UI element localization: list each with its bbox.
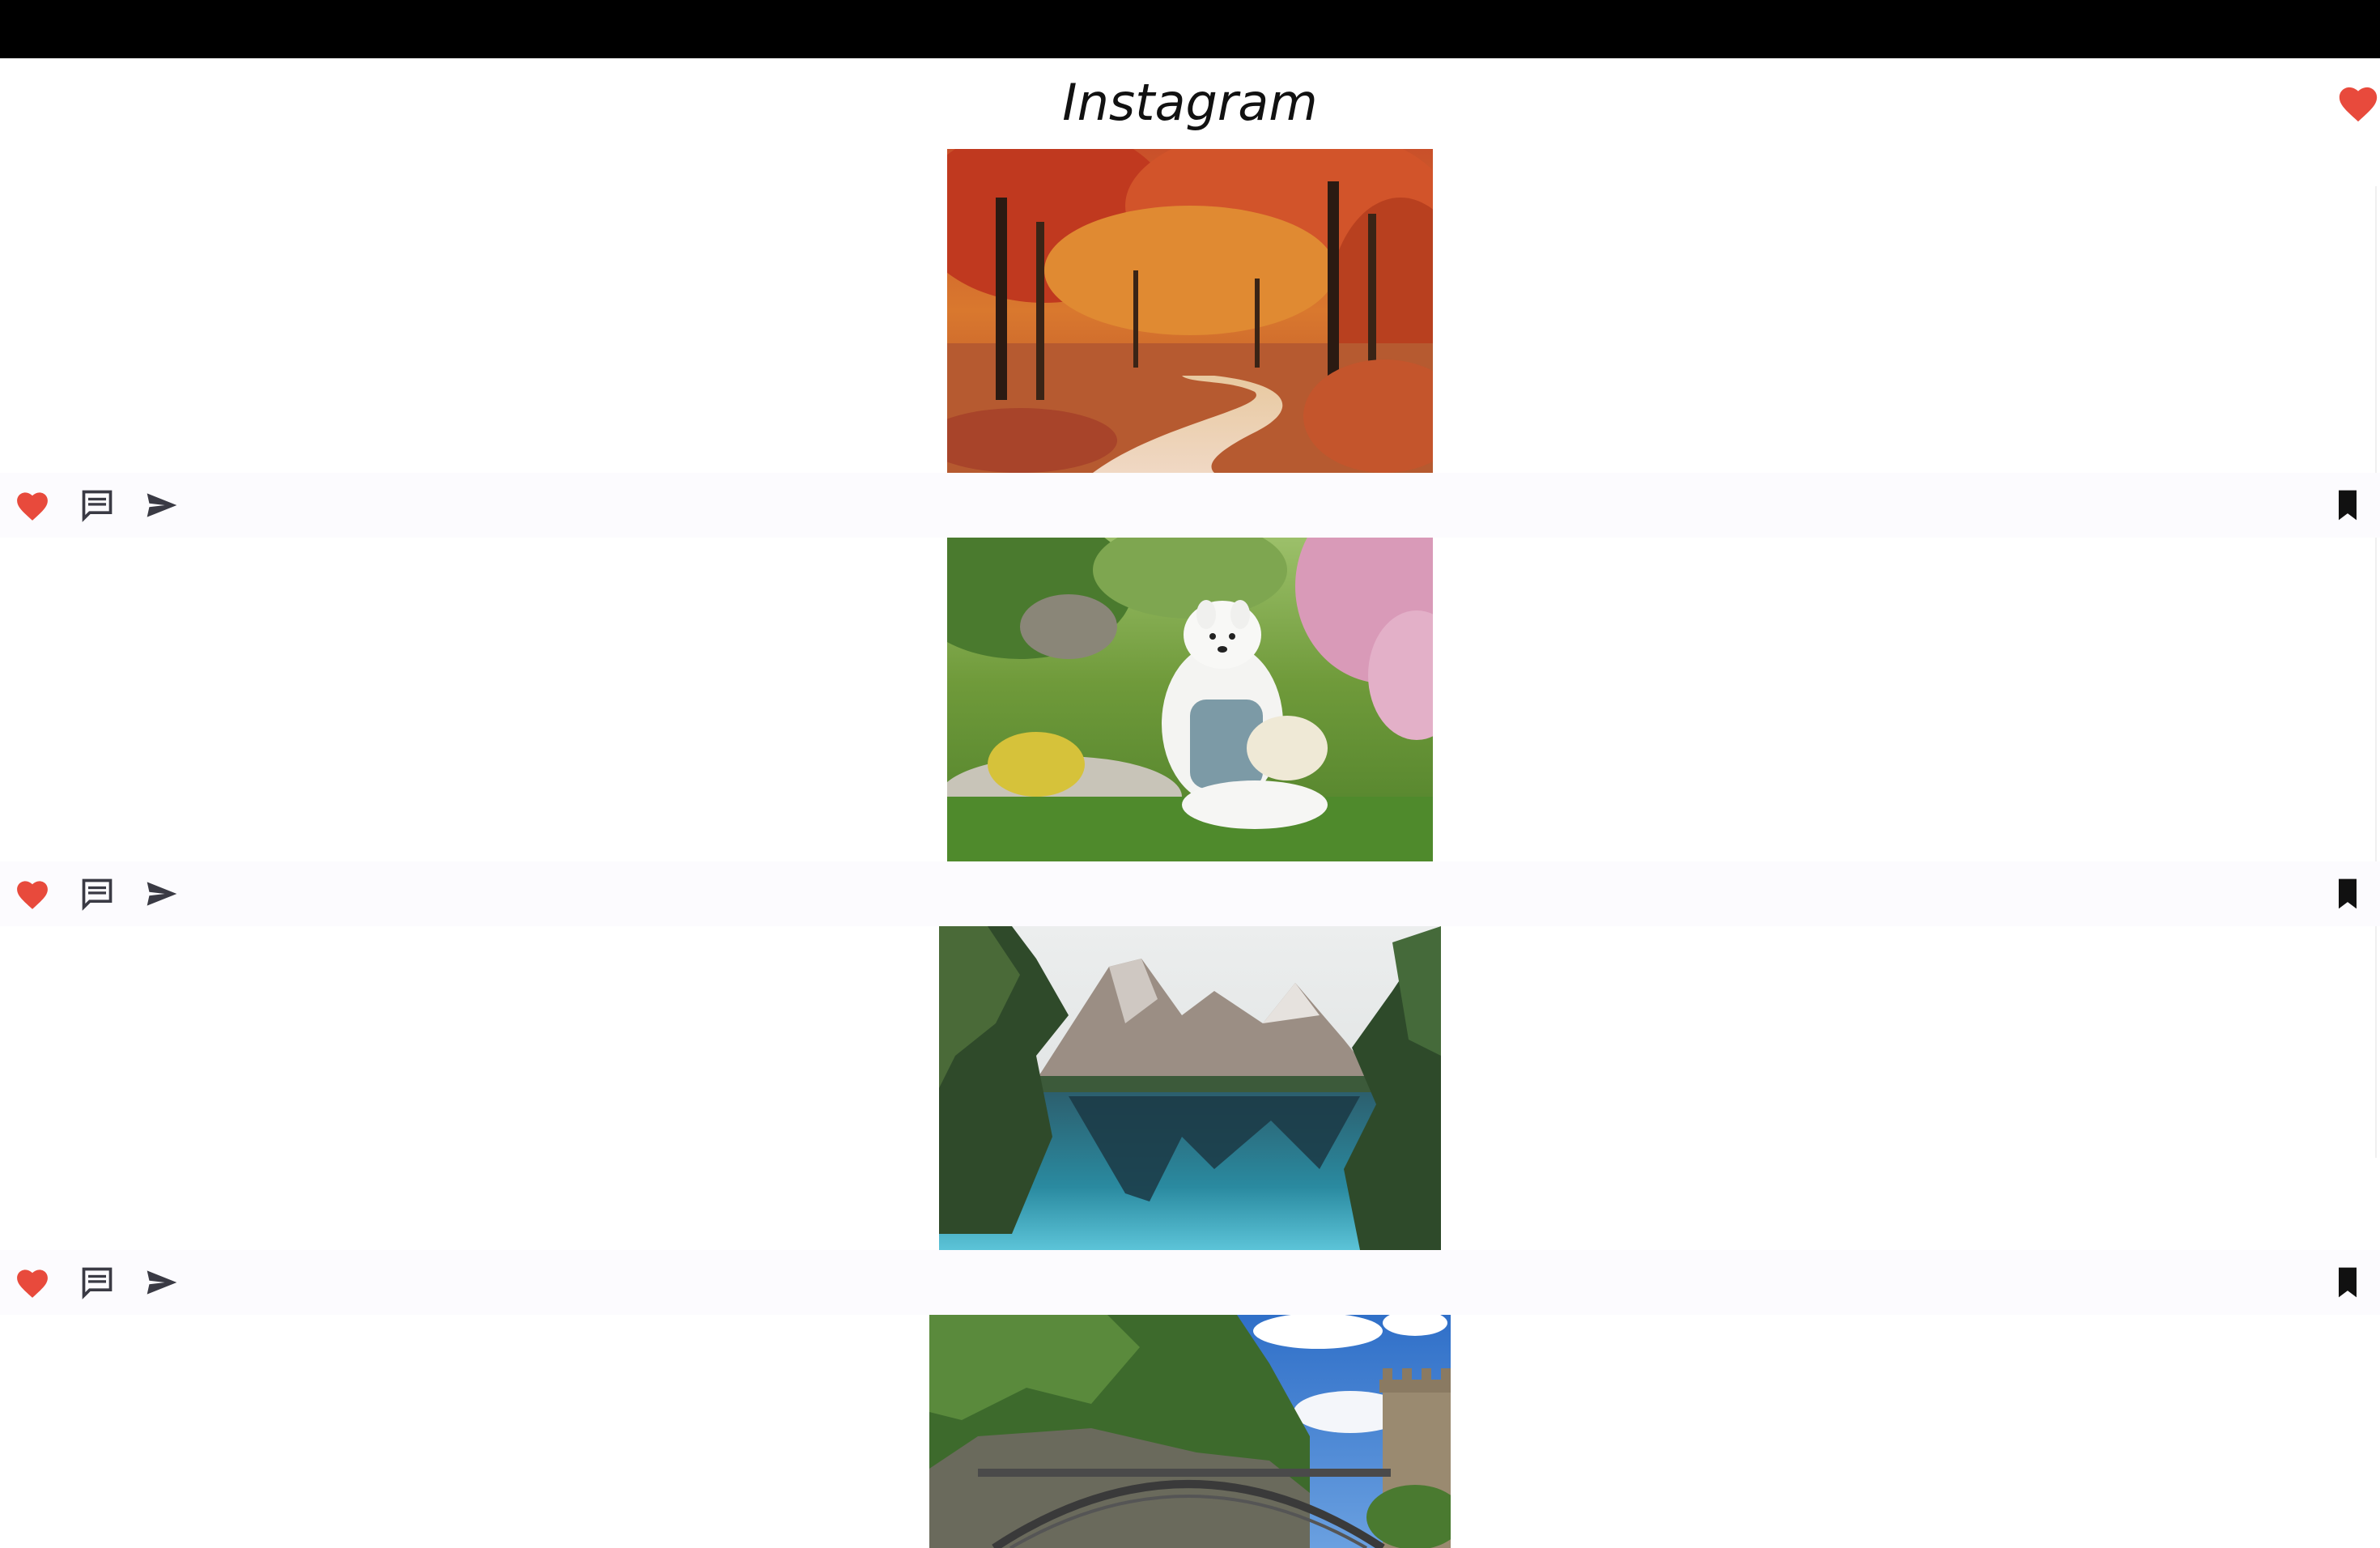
heart-icon[interactable] [15, 876, 50, 912]
heart-icon[interactable] [15, 487, 50, 523]
post-image-autumn-forest[interactable] [947, 149, 1433, 473]
bookmark-icon[interactable] [2330, 1265, 2365, 1300]
window-top-bar [0, 0, 2380, 58]
comment-icon[interactable] [79, 487, 115, 523]
bookmark-icon[interactable] [2330, 487, 2365, 523]
post-image-mountain-lake[interactable] [939, 926, 1441, 1250]
bookmark-icon[interactable] [2330, 876, 2365, 912]
post-image-white-dog[interactable] [947, 538, 1433, 861]
app-header: Instagram [0, 58, 2380, 149]
scrollbar-track[interactable] [2375, 186, 2377, 1158]
comment-icon[interactable] [79, 876, 115, 912]
post-actions-bar [0, 861, 2380, 926]
post-actions-bar [0, 473, 2380, 538]
comment-icon[interactable] [79, 1265, 115, 1300]
send-icon[interactable] [144, 876, 180, 912]
send-icon[interactable] [144, 1265, 180, 1300]
post-image-stone-bridge[interactable] [929, 1315, 1451, 1548]
post-actions-bar [0, 1250, 2380, 1315]
brand-title[interactable]: Instagram [0, 73, 2380, 132]
send-icon[interactable] [144, 487, 180, 523]
heart-icon[interactable] [15, 1265, 50, 1300]
heart-icon[interactable] [2336, 83, 2380, 123]
